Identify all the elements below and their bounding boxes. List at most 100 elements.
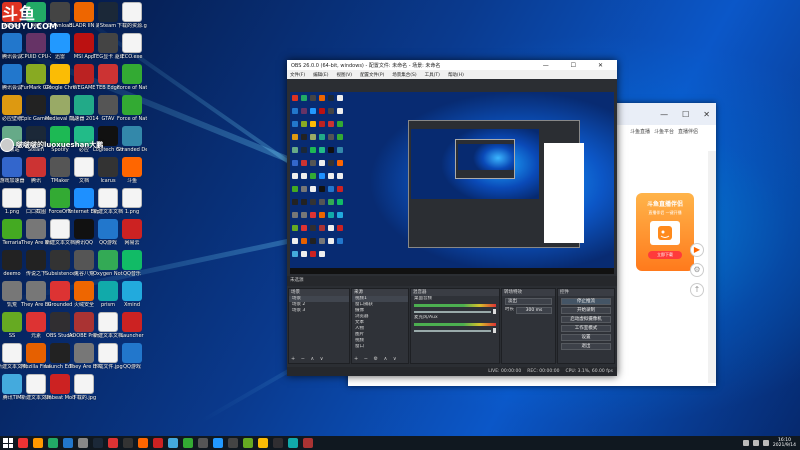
browser-scrollbar[interactable] xyxy=(708,151,716,383)
sidebar-up-icon[interactable]: ↑ xyxy=(690,283,704,297)
menu-profile[interactable]: 配置文件(P) xyxy=(360,72,384,78)
nested-preview-2 xyxy=(455,139,515,179)
scene-item[interactable]: 场景 3 xyxy=(289,308,349,314)
promo-title: 斗鱼直播伴侣 xyxy=(646,201,683,208)
desktop-icon[interactable]: QQ音乐 xyxy=(117,250,147,277)
volume-knob[interactable] xyxy=(493,328,496,333)
preview-icon xyxy=(319,108,325,114)
taskbar-app-icon[interactable] xyxy=(93,438,103,448)
menu-file[interactable]: 文件(F) xyxy=(290,72,305,78)
clock-date: 2021/9/14 xyxy=(772,443,796,448)
taskbar-app-icon[interactable] xyxy=(273,438,283,448)
taskbar-app-icon[interactable] xyxy=(228,438,238,448)
taskbar-app-icon[interactable] xyxy=(138,438,148,448)
desktop-icon-label: 下载的资源.gif xyxy=(117,23,147,29)
taskbar-app-icon[interactable] xyxy=(183,438,193,448)
preview-icon xyxy=(328,186,334,192)
desktop-icon[interactable]: Stranded Deep xyxy=(117,126,147,153)
desktop-icon[interactable]: ECO.exe xyxy=(117,33,147,60)
download-button[interactable]: 立即下载 xyxy=(648,251,682,259)
taskbar-app-icon[interactable] xyxy=(48,438,58,448)
preview-icon xyxy=(319,225,325,231)
start-recording-button[interactable]: 开始录制 xyxy=(561,307,611,314)
studio-mode-button[interactable]: 工作室模式 xyxy=(561,325,611,332)
volume-control[interactable] xyxy=(414,309,496,314)
desktop-icon-label: QQ音乐 xyxy=(123,271,141,277)
sidebar-play-icon[interactable]: ▶ xyxy=(690,243,704,257)
menu-view[interactable]: 视图(V) xyxy=(336,72,352,78)
start-button[interactable] xyxy=(3,438,13,448)
taskbar-app-icon[interactable] xyxy=(33,438,43,448)
stop-streaming-button[interactable]: 停止推流 xyxy=(561,298,611,305)
tab-1[interactable]: 斗鱼直播 xyxy=(630,128,650,135)
window-controls[interactable]: — ☐ ✕ xyxy=(543,62,613,69)
tray-network-icon[interactable] xyxy=(742,440,749,446)
desktop-icon[interactable]: Force of Nature xyxy=(117,95,147,122)
preview-icon xyxy=(310,212,316,218)
sources-toolbar[interactable]: + − ⚙ ∧ ∨ xyxy=(354,356,399,362)
taskbar-app-icon[interactable] xyxy=(153,438,163,448)
tray-volume-icon[interactable] xyxy=(752,440,759,446)
maximize-button[interactable]: ☐ xyxy=(682,110,689,119)
virtual-camera-button[interactable]: 启动虚拟摄像机 xyxy=(561,316,611,323)
tray-ime-icon[interactable] xyxy=(762,440,769,446)
desktop-icon[interactable]: Force of Nature 2 xyxy=(117,64,147,91)
desktop-icon[interactable]: Xmind xyxy=(117,281,147,308)
taskbar-app-icon[interactable] xyxy=(123,438,133,448)
menu-scene-collection[interactable]: 场景集合(S) xyxy=(392,72,416,78)
exit-button[interactable]: 退出 xyxy=(561,343,611,350)
taskbar-app-icon[interactable] xyxy=(243,438,253,448)
app-glyph-icon xyxy=(74,64,94,84)
desktop-icon[interactable]: 下载的资源.gif xyxy=(117,2,147,29)
volume-slider[interactable] xyxy=(414,310,491,313)
volume-knob[interactable] xyxy=(493,309,496,314)
preview-icon xyxy=(337,225,343,231)
tab-2[interactable]: 斗鱼平台 xyxy=(654,128,674,135)
clock[interactable]: 16:10 2021/9/14 xyxy=(773,438,796,448)
preview-icon xyxy=(292,121,298,127)
preview-icon xyxy=(310,160,316,166)
desktop-icon[interactable]: QQ游戏 xyxy=(117,343,147,370)
duration-input[interactable]: 300 ms xyxy=(516,307,552,314)
menu-help[interactable]: 帮助(H) xyxy=(448,72,464,78)
desktop-icon[interactable]: 斗鱼 xyxy=(117,157,147,184)
source-item[interactable]: 窗口 xyxy=(352,344,408,350)
taskbar-app-icon[interactable] xyxy=(258,438,268,448)
taskbar-app-icon[interactable] xyxy=(78,438,88,448)
settings-button[interactable]: 设置 xyxy=(561,334,611,341)
app-glyph-icon xyxy=(122,281,142,301)
taskbar-app-icon[interactable] xyxy=(213,438,223,448)
menu-tools[interactable]: 工具(T) xyxy=(425,72,440,78)
app-glyph-icon xyxy=(26,188,46,208)
app-glyph-icon xyxy=(74,374,94,394)
desktop-icon[interactable]: 1.png xyxy=(117,188,147,215)
promo-card[interactable]: 斗鱼直播伴侣 直播伴侣 一键开播 立即下载 xyxy=(636,193,694,271)
desktop-icon[interactable]: 网易云 xyxy=(117,219,147,246)
taskbar-app-icon[interactable] xyxy=(198,438,208,448)
taskbar xyxy=(0,436,800,450)
obs-window[interactable]: OBS 26.0.0 (64-bit, windows) - 配置文件: 未命名… xyxy=(287,60,617,376)
preview-icon xyxy=(310,251,316,257)
volume-slider[interactable] xyxy=(414,329,491,332)
taskbar-app-icon[interactable] xyxy=(63,438,73,448)
taskbar-app-icon[interactable] xyxy=(303,438,313,448)
overlay-avatar xyxy=(0,138,14,152)
scenes-toolbar[interactable]: + − ∧ ∨ xyxy=(291,356,325,362)
taskbar-app-icon[interactable] xyxy=(108,438,118,448)
obs-preview[interactable] xyxy=(290,92,614,274)
app-glyph-icon xyxy=(122,64,142,84)
desktop-icon[interactable]: Launcher xyxy=(117,312,147,339)
tab-3[interactable]: 直播伴侣 xyxy=(678,128,698,135)
app-glyph-icon xyxy=(74,219,94,239)
preview-icon xyxy=(319,251,325,257)
taskbar-app-icon[interactable] xyxy=(288,438,298,448)
close-button[interactable]: ✕ xyxy=(703,110,710,119)
taskbar-app-icon[interactable] xyxy=(168,438,178,448)
sidebar-settings-icon[interactable]: ⚙ xyxy=(690,263,704,277)
minimize-button[interactable]: — xyxy=(660,110,668,119)
volume-control[interactable] xyxy=(414,328,496,333)
taskbar-app-icon[interactable] xyxy=(18,438,28,448)
desktop-icon[interactable]: 下载的.jpg xyxy=(69,374,99,401)
transition-select[interactable]: 淡出 xyxy=(505,298,552,305)
menu-edit[interactable]: 编辑(E) xyxy=(313,72,328,78)
